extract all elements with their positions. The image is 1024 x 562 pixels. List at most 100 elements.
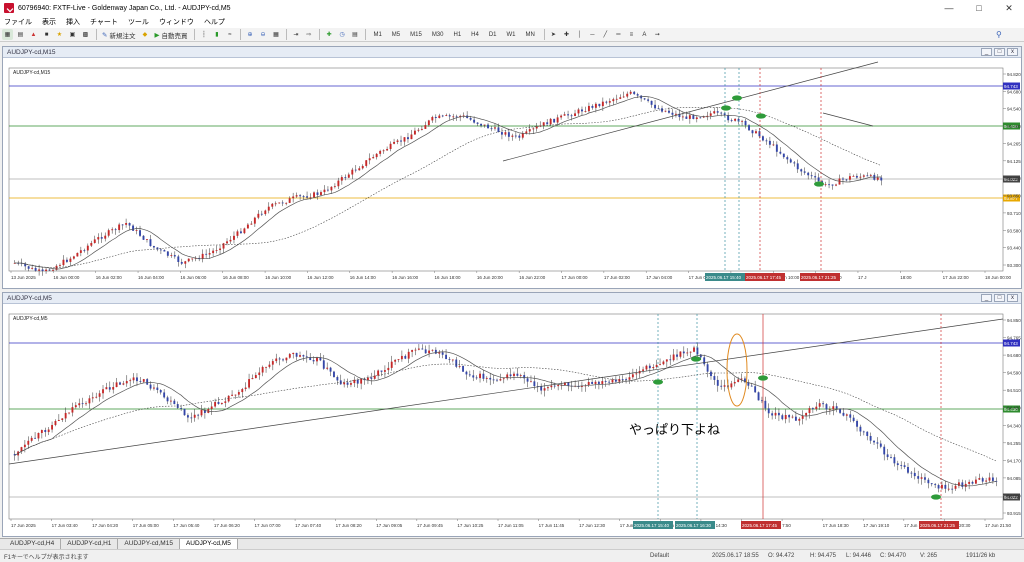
candle-body (883, 446, 886, 455)
chart-close-button[interactable]: x (1007, 294, 1018, 302)
tab-audjpy-m5[interactable]: AUDJPY-cd,M5 (179, 539, 238, 549)
horizontal-line-icon[interactable]: ─ (587, 29, 598, 40)
candle-body (253, 217, 256, 224)
chart-minimize-button[interactable]: _ (981, 294, 992, 302)
candle-body (832, 406, 835, 410)
chart-restore-button[interactable]: □ (994, 294, 1005, 302)
timeframe-h1[interactable]: H1 (449, 29, 465, 40)
new-chart-icon[interactable]: ▦ (2, 29, 13, 40)
crosshair-icon[interactable]: ✚ (561, 29, 572, 40)
trendline-icon[interactable]: ╱ (600, 29, 611, 40)
candle-body (502, 378, 505, 380)
candle-body (810, 175, 813, 177)
search-icon[interactable]: ⚲ (996, 30, 1008, 40)
maximize-button[interactable]: □ (964, 0, 994, 16)
navigator-icon[interactable]: ★ (54, 29, 65, 40)
candle-body (379, 150, 382, 154)
channel-icon[interactable]: ═ (613, 29, 624, 40)
menu-tools[interactable]: ツール (128, 17, 149, 27)
tile-windows-icon[interactable]: ▦ (270, 29, 281, 40)
time-tick-label: 18 Jun 00:00 (985, 275, 1012, 280)
chart-window-m5[interactable]: AUDJPY-cd,M5 _ □ x AUDJPY-cd,M5 94.743 94.… (2, 292, 1022, 537)
tab-audjpy-h4[interactable]: AUDJPY-cd,H4 (4, 539, 62, 549)
chart-minimize-button[interactable]: _ (981, 48, 992, 56)
auto-trading-button[interactable]: ▶ 自動売買 (152, 29, 189, 40)
market-watch-icon[interactable]: ▲ (28, 29, 39, 40)
candle-body (114, 229, 117, 231)
profiles-icon[interactable]: ▤ (15, 29, 26, 40)
candle-body (27, 266, 30, 269)
candle-body (320, 192, 322, 195)
new-order-button[interactable]: ✎ 新規注文 (100, 29, 137, 40)
timeframe-mn[interactable]: MN (522, 29, 539, 40)
text-tool-icon[interactable]: A (639, 29, 650, 40)
candle-body (672, 354, 675, 361)
fibonacci-icon[interactable]: ≡ (626, 29, 637, 40)
signal-marker (758, 375, 768, 381)
candle-body (645, 365, 648, 370)
menu-file[interactable]: ファイル (4, 17, 32, 27)
chart-restore-button[interactable]: □ (994, 48, 1005, 56)
candle-body (394, 359, 397, 362)
candle-body (476, 122, 479, 124)
menu-view[interactable]: 表示 (42, 17, 56, 27)
marker-time-label: 2025.06.17 17:45 (746, 275, 782, 280)
timeframe-w1[interactable]: W1 (503, 29, 520, 40)
vertical-line-icon[interactable]: │ (574, 29, 585, 40)
time-tick-label: 17 Jun 19:10 (863, 523, 890, 528)
timeframe-m1[interactable]: M1 (369, 29, 385, 40)
candle-body (251, 378, 254, 380)
candle-body (615, 98, 618, 100)
timeframe-m30[interactable]: M30 (428, 29, 448, 40)
zoom-in-icon[interactable]: ⊕ (244, 29, 255, 40)
time-tick-label: 17 Jun 09:45 (417, 523, 444, 528)
app-logo-icon (4, 3, 14, 13)
strategy-tester-icon[interactable]: ▩ (80, 29, 91, 40)
candle-body (244, 387, 247, 390)
cursor-icon[interactable]: ➤ (548, 29, 559, 40)
timeframe-h4[interactable]: H4 (467, 29, 483, 40)
menu-window[interactable]: ウィンドウ (159, 17, 194, 27)
menu-insert[interactable]: 挿入 (66, 17, 80, 27)
timeframe-m5[interactable]: M5 (388, 29, 404, 40)
chart-window-m15[interactable]: AUDJPY-cd,M15 _ □ x AUDJPY-cd,M15 94.743 9… (2, 46, 1022, 289)
arrows-icon[interactable]: ➞ (652, 29, 663, 40)
auto-scroll-icon[interactable]: ⇥ (290, 29, 301, 40)
signal-marker (721, 105, 731, 111)
templates-icon[interactable]: ▤ (349, 29, 360, 40)
price-tick-label: 94.850 (1007, 318, 1021, 323)
menu-charts[interactable]: チャート (90, 17, 118, 27)
zoom-out-icon[interactable]: ⊖ (257, 29, 268, 40)
line-chart-icon[interactable]: ≈ (224, 29, 235, 40)
candle-body (855, 175, 858, 178)
candle-body (340, 177, 343, 181)
timeframe-d1[interactable]: D1 (485, 29, 501, 40)
tab-audjpy-h1[interactable]: AUDJPY-cd,H1 (61, 539, 119, 549)
candle-body (473, 119, 476, 123)
candle-body (200, 409, 203, 416)
periods-icon[interactable]: ◷ (336, 29, 347, 40)
candle-body (869, 435, 872, 441)
indicators-icon[interactable]: ✚ (323, 29, 334, 40)
chart-close-button[interactable]: x (1007, 48, 1018, 56)
terminal-icon[interactable]: ▣ (67, 29, 78, 40)
chart-canvas-m15[interactable]: AUDJPY-cd,M1594.74394.43094.02293.87794.… (3, 58, 1021, 289)
data-window-icon[interactable]: ■ (41, 29, 52, 40)
timeframe-m15[interactable]: M15 (406, 29, 426, 40)
candle-body (83, 250, 86, 252)
signal-marker (931, 494, 941, 500)
close-button[interactable]: ✕ (994, 0, 1024, 16)
candlestick-icon[interactable]: ▮ (211, 29, 222, 40)
bar-chart-icon[interactable]: ┆ (198, 29, 209, 40)
candle-body (72, 256, 75, 259)
chart-canvas-m5[interactable]: AUDJPY-cd,M594.74394.43094.02294.85094.7… (3, 304, 1021, 537)
candle-body (978, 478, 981, 480)
candle-body (671, 112, 674, 115)
candle-body (525, 131, 528, 134)
chart-shift-icon[interactable]: ⇨ (303, 29, 314, 40)
tab-audjpy-m15[interactable]: AUDJPY-cd,M15 (118, 539, 180, 549)
minimize-button[interactable]: — (934, 0, 964, 16)
menu-help[interactable]: ヘルプ (204, 17, 225, 27)
candle-body (173, 400, 176, 405)
meta-editor-icon[interactable]: ◆ (139, 29, 150, 40)
